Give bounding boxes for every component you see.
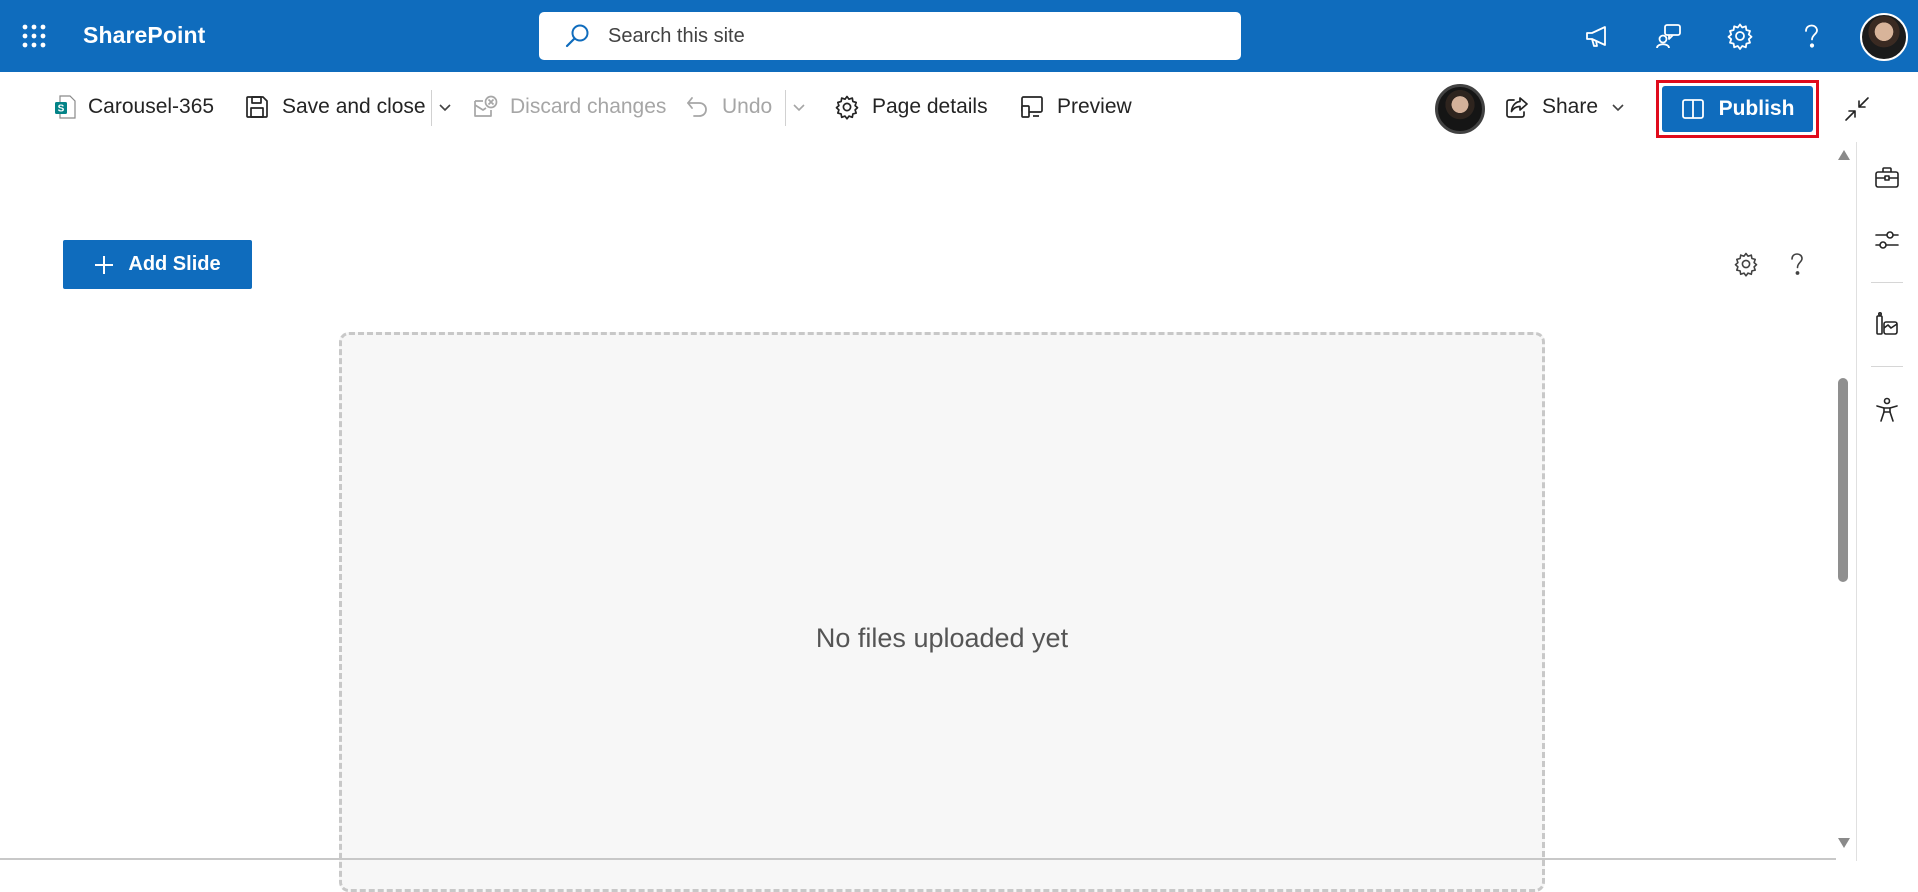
discard-changes-button[interactable]: Discard changes bbox=[472, 72, 666, 142]
discard-changes-label: Discard changes bbox=[510, 95, 667, 118]
save-options-chevron-down-icon[interactable] bbox=[434, 95, 456, 121]
webpart-settings-gear-icon[interactable] bbox=[1728, 246, 1764, 282]
preview-label: Preview bbox=[1057, 95, 1132, 118]
search-icon bbox=[565, 24, 589, 48]
share-icon bbox=[1506, 97, 1528, 118]
rail-divider bbox=[1871, 366, 1903, 367]
scroll-up-arrow-icon[interactable] bbox=[1838, 150, 1850, 160]
plus-icon bbox=[95, 255, 114, 274]
search-box[interactable] bbox=[539, 12, 1241, 60]
page-canvas: Add Slide No files uploaded yet bbox=[0, 142, 1840, 892]
scrollbar-thumb[interactable] bbox=[1838, 378, 1848, 582]
accessibility-icon[interactable] bbox=[1867, 390, 1907, 430]
rail-divider bbox=[1871, 282, 1903, 283]
design-ideas-icon[interactable] bbox=[1867, 304, 1907, 344]
sharepoint-page-icon: S bbox=[55, 95, 76, 119]
book-open-icon bbox=[1681, 99, 1704, 119]
page-details-button[interactable]: Page details bbox=[834, 72, 988, 142]
megaphone-icon[interactable] bbox=[1578, 17, 1616, 55]
preview-button[interactable]: Preview bbox=[1019, 72, 1132, 142]
undo-options-chevron-down-icon[interactable] bbox=[788, 95, 810, 121]
save-and-close-label: Save and close bbox=[282, 95, 426, 118]
share-options-chevron-down-icon[interactable] bbox=[1607, 95, 1629, 121]
suite-bar: SharePoint bbox=[0, 0, 1918, 72]
page-details-label: Page details bbox=[872, 95, 988, 118]
toolbox-icon[interactable] bbox=[1867, 158, 1907, 198]
search-input[interactable] bbox=[608, 24, 1208, 48]
horizontal-scrollbar-track bbox=[0, 858, 1836, 860]
preview-icon bbox=[1021, 96, 1043, 118]
empty-state-message: No files uploaded yet bbox=[815, 623, 1069, 653]
help-icon[interactable] bbox=[1792, 17, 1830, 55]
undo-label: Undo bbox=[722, 95, 773, 118]
right-toolbox-rail bbox=[1856, 142, 1918, 861]
page-name-label: Carousel-365 bbox=[88, 95, 215, 118]
settings-sliders-icon[interactable] bbox=[1867, 220, 1907, 260]
user-avatar[interactable] bbox=[1860, 13, 1908, 61]
divider bbox=[431, 90, 432, 126]
page-name[interactable]: S Carousel-365 bbox=[54, 72, 214, 142]
undo-button[interactable]: Undo bbox=[684, 72, 772, 142]
coauthor-avatar[interactable] bbox=[1435, 84, 1485, 134]
add-slide-button[interactable]: Add Slide bbox=[63, 240, 252, 289]
share-button[interactable]: Share bbox=[1504, 72, 1598, 142]
gear-icon bbox=[835, 95, 859, 120]
publish-highlight: Publish bbox=[1656, 80, 1819, 138]
save-icon bbox=[246, 96, 268, 118]
svg-text:S: S bbox=[58, 104, 65, 115]
command-bar: S Carousel-365 Save and close Discard ch… bbox=[0, 72, 1918, 142]
share-label: Share bbox=[1542, 95, 1599, 118]
divider bbox=[785, 90, 786, 126]
publish-button[interactable]: Publish bbox=[1662, 86, 1813, 132]
scroll-down-arrow-icon[interactable] bbox=[1838, 838, 1850, 848]
app-launcher-icon[interactable] bbox=[16, 18, 52, 54]
carousel-dropzone[interactable]: No files uploaded yet bbox=[339, 332, 1545, 892]
add-slide-label: Add Slide bbox=[128, 253, 221, 275]
app-name[interactable]: SharePoint bbox=[83, 22, 205, 49]
chat-feedback-icon[interactable] bbox=[1650, 17, 1688, 55]
save-and-close-button[interactable]: Save and close bbox=[244, 72, 426, 142]
undo-icon bbox=[687, 97, 707, 117]
collapse-icon[interactable] bbox=[1840, 92, 1874, 126]
discard-icon bbox=[474, 95, 498, 117]
publish-label: Publish bbox=[1718, 97, 1795, 120]
webpart-help-icon[interactable] bbox=[1779, 246, 1815, 282]
vertical-scrollbar[interactable] bbox=[1834, 142, 1852, 861]
settings-gear-icon[interactable] bbox=[1721, 17, 1759, 55]
